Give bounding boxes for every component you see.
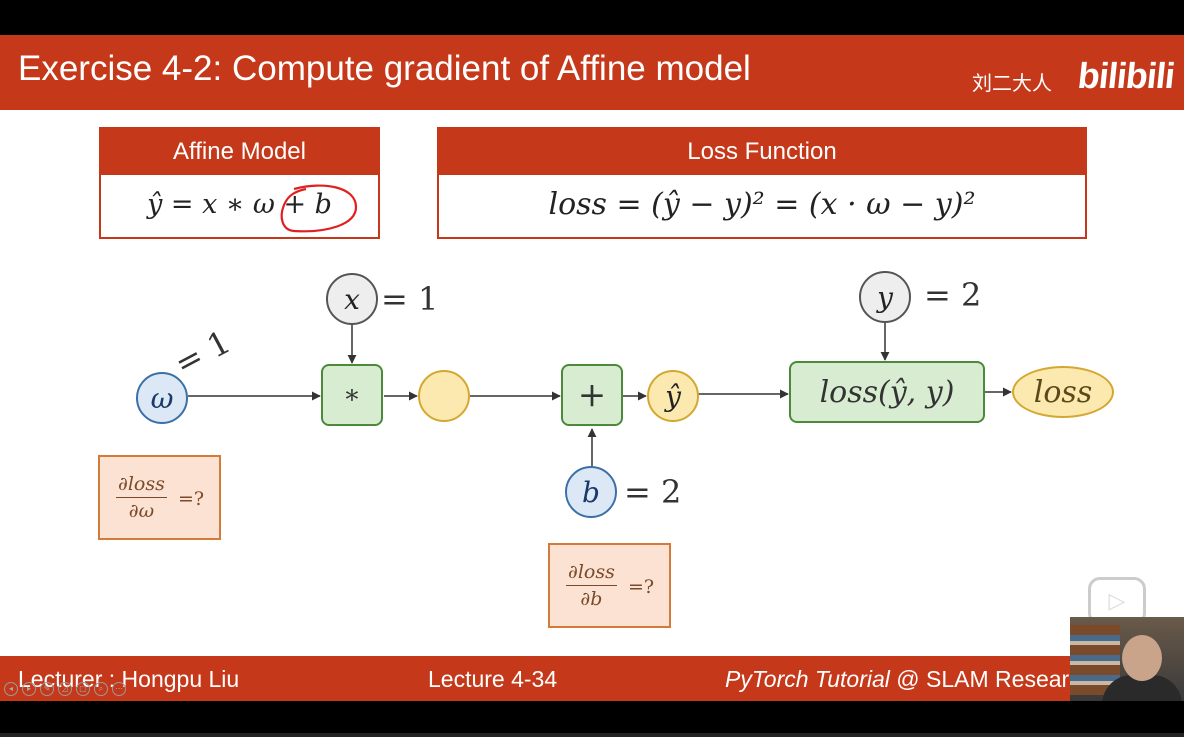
intermediate-node [418, 370, 470, 422]
zoom-icon[interactable]: ⌕ [94, 682, 108, 696]
dloss-db-suffix: =? [628, 576, 655, 598]
dloss-domega-suffix: =? [178, 488, 205, 510]
dloss-domega-question: ∂loss ∂ω =? [98, 455, 221, 540]
previous-icon[interactable]: ◂ [4, 682, 18, 696]
yhat-node: ŷ [647, 370, 699, 422]
add-operator: + [561, 364, 623, 426]
dloss-domega-denominator: ∂ω [128, 500, 155, 522]
b-node: b [565, 466, 617, 518]
highlighter-icon[interactable]: ◿ [58, 682, 72, 696]
footer-bar: Lecturer : Hongpu Liu Lecture 4-34 PyTor… [0, 656, 1184, 701]
dloss-domega-numerator: ∂loss [116, 473, 167, 498]
course-name: PyTorch Tutorial [725, 666, 890, 692]
video-progress-bar[interactable] [0, 733, 1184, 737]
loss-operator: loss(ŷ, y) [789, 361, 985, 423]
lecturer-face [1122, 635, 1162, 681]
dloss-db-question: ∂loss ∂b =? [548, 543, 671, 628]
x-node: x [326, 273, 378, 325]
more-icon[interactable]: ⋯ [112, 682, 126, 696]
lecture-number: Lecture 4-34 [428, 666, 558, 692]
pen-icon[interactable]: ✎ [40, 682, 54, 696]
slides-icon[interactable]: ▢ [76, 682, 90, 696]
y-value-label: = 2 [924, 276, 982, 314]
player-controls: ◂ ▸ ✎ ◿ ▢ ⌕ ⋯ [4, 682, 126, 696]
x-value-label: = 1 [381, 280, 439, 318]
dloss-db-numerator: ∂loss [566, 561, 617, 586]
y-node: y [859, 271, 911, 323]
play-icon: ▷ [1108, 588, 1126, 614]
slide: Exercise 4-2: Compute gradient of Affine… [0, 35, 1184, 701]
loss-node: loss [1012, 366, 1114, 418]
play-small-icon[interactable]: ▸ [22, 682, 36, 696]
multiply-operator: ∗ [321, 364, 383, 426]
omega-node: ω [136, 372, 188, 424]
course-org: @ SLAM Resear [889, 666, 1070, 692]
b-value-label: = 2 [624, 473, 682, 511]
course-label: PyTorch Tutorial @ SLAM Resear [725, 666, 1069, 693]
lecturer-webcam [1070, 617, 1184, 701]
dloss-db-denominator: ∂b [580, 588, 603, 610]
